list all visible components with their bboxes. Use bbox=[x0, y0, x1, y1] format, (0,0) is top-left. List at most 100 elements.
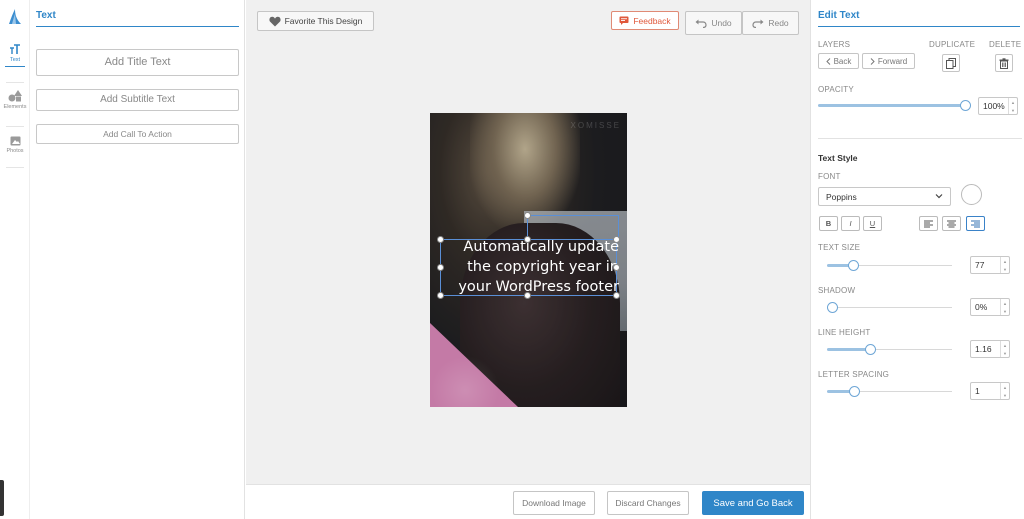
align-center-icon bbox=[947, 220, 956, 227]
resize-handle-top[interactable] bbox=[524, 236, 531, 243]
panel-title: Text bbox=[36, 10, 56, 21]
line-height-label: LINE HEIGHT bbox=[818, 328, 871, 337]
layer-back-button[interactable]: Back bbox=[818, 53, 859, 69]
favorite-design-button[interactable]: Favorite This Design bbox=[257, 11, 374, 31]
divider bbox=[6, 167, 24, 168]
favorite-label: Favorite This Design bbox=[284, 16, 363, 26]
font-select[interactable]: Poppins bbox=[818, 187, 951, 206]
download-image-button[interactable]: Download Image bbox=[513, 491, 595, 515]
slider-knob[interactable] bbox=[864, 344, 876, 355]
brand-watermark: XOMISSE bbox=[570, 121, 621, 130]
edit-text-title: Edit Text bbox=[818, 10, 860, 21]
rail-label-text: Text bbox=[9, 57, 21, 63]
add-call-to-action-button[interactable]: Add Call To Action bbox=[36, 124, 239, 144]
shadow-input[interactable]: 0% ▲ ▼ bbox=[970, 298, 1010, 316]
opacity-slider[interactable] bbox=[818, 100, 971, 111]
align-left-button[interactable] bbox=[919, 216, 938, 231]
rail-item-elements[interactable]: Elements bbox=[0, 89, 30, 110]
underline-button[interactable]: U bbox=[863, 216, 882, 231]
pink-texture bbox=[430, 323, 518, 407]
add-title-text-button[interactable]: Add Title Text bbox=[36, 49, 239, 76]
bottom-action-bar: Download Image Discard Changes Save and … bbox=[246, 484, 810, 519]
text-style-title: Text Style bbox=[818, 153, 858, 163]
letter-spacing-input[interactable]: 1 ▲ ▼ bbox=[970, 382, 1010, 400]
heart-icon bbox=[269, 16, 281, 26]
divider bbox=[818, 138, 1022, 139]
bold-button[interactable]: B bbox=[819, 216, 838, 231]
text-size-slider[interactable] bbox=[827, 260, 952, 271]
text-size-label: TEXT SIZE bbox=[818, 243, 861, 252]
edit-text-underline bbox=[818, 26, 1020, 27]
align-right-button[interactable] bbox=[966, 216, 985, 231]
rotate-handle[interactable] bbox=[524, 212, 531, 219]
stepper-arrows[interactable]: ▲ ▼ bbox=[1008, 98, 1017, 114]
font-value: Poppins bbox=[826, 191, 857, 202]
undo-button[interactable]: Undo bbox=[685, 11, 742, 35]
duplicate-button[interactable] bbox=[942, 54, 960, 72]
undo-label: Undo bbox=[711, 18, 732, 28]
discard-changes-button[interactable]: Discard Changes bbox=[607, 491, 689, 515]
device-edge bbox=[0, 480, 4, 516]
layer-forward-button[interactable]: Forward bbox=[862, 53, 915, 69]
stepper-arrows[interactable]: ▲ ▼ bbox=[1000, 383, 1009, 399]
editor-window: Text Elements Photos Text Add Title Text bbox=[0, 0, 1024, 519]
undo-icon bbox=[695, 19, 707, 28]
copy-icon bbox=[946, 57, 956, 69]
chat-icon bbox=[619, 16, 629, 25]
align-left-icon bbox=[924, 220, 933, 227]
forward-label: Forward bbox=[877, 56, 908, 66]
app-logo-icon bbox=[9, 9, 21, 24]
rail-label-elements: Elements bbox=[3, 104, 27, 110]
stepper-arrows[interactable]: ▲ ▼ bbox=[1000, 257, 1009, 273]
text-size-input[interactable]: 77 ▲ ▼ bbox=[970, 256, 1010, 274]
shadow-value: 0% bbox=[975, 302, 988, 312]
rail-item-photos[interactable]: Photos bbox=[0, 136, 30, 154]
line-height-input[interactable]: 1.16 ▲ ▼ bbox=[970, 340, 1010, 358]
align-center-button[interactable] bbox=[942, 216, 961, 231]
slider-knob[interactable] bbox=[827, 302, 838, 313]
edit-text-panel: Edit Text LAYERS Back Forward DUPLICATE … bbox=[810, 0, 1024, 519]
shadow-slider[interactable] bbox=[827, 302, 952, 313]
text-size-icon bbox=[10, 44, 20, 54]
delete-button[interactable] bbox=[995, 54, 1013, 72]
bold-label: B bbox=[825, 219, 832, 228]
opacity-input[interactable]: 100% ▲ ▼ bbox=[978, 97, 1018, 115]
text-panel: Text Add Title Text Add Subtitle Text Ad… bbox=[30, 0, 245, 519]
divider bbox=[6, 126, 24, 127]
redo-label: Redo bbox=[768, 18, 789, 28]
line-height-slider[interactable] bbox=[827, 344, 952, 355]
feedback-button[interactable]: Feedback bbox=[611, 11, 679, 30]
resize-handle-bottom-left[interactable] bbox=[437, 292, 444, 299]
shapes-icon bbox=[8, 90, 22, 102]
redo-icon bbox=[752, 19, 764, 28]
add-subtitle-text-button[interactable]: Add Subtitle Text bbox=[36, 89, 239, 111]
feedback-label: Feedback bbox=[633, 15, 671, 26]
save-and-go-back-button[interactable]: Save and Go Back bbox=[702, 491, 804, 515]
rail-label-photos: Photos bbox=[6, 148, 24, 154]
font-label: FONT bbox=[818, 172, 841, 181]
text-size-value: 77 bbox=[975, 260, 985, 270]
text-color-picker[interactable] bbox=[961, 184, 982, 205]
slider-knob[interactable] bbox=[960, 100, 971, 111]
back-label: Back bbox=[833, 56, 852, 66]
delete-label: DELETE bbox=[989, 40, 1022, 49]
letter-spacing-slider[interactable] bbox=[827, 386, 952, 397]
opacity-value: 100% bbox=[983, 101, 1005, 111]
stepper-arrows[interactable]: ▲ ▼ bbox=[1000, 299, 1009, 315]
resize-handle-top-right[interactable] bbox=[613, 236, 620, 243]
slider-knob[interactable] bbox=[847, 260, 859, 271]
divider bbox=[6, 82, 24, 83]
resize-handle-bottom-right[interactable] bbox=[613, 292, 620, 299]
design-text-layer[interactable]: Automatically update the copyright year … bbox=[442, 237, 619, 297]
resize-handle-bottom[interactable] bbox=[524, 292, 531, 299]
layers-label: LAYERS bbox=[818, 40, 851, 49]
stepper-arrows[interactable]: ▲ ▼ bbox=[1000, 341, 1009, 357]
italic-button[interactable]: I bbox=[841, 216, 860, 231]
redo-button[interactable]: Redo bbox=[742, 11, 799, 35]
resize-handle-right[interactable] bbox=[613, 264, 620, 271]
rail-item-text[interactable]: Text bbox=[0, 44, 30, 67]
slider-knob[interactable] bbox=[848, 386, 860, 397]
image-icon bbox=[10, 136, 20, 146]
resize-handle-top-left[interactable] bbox=[437, 236, 444, 243]
resize-handle-left[interactable] bbox=[437, 264, 444, 271]
